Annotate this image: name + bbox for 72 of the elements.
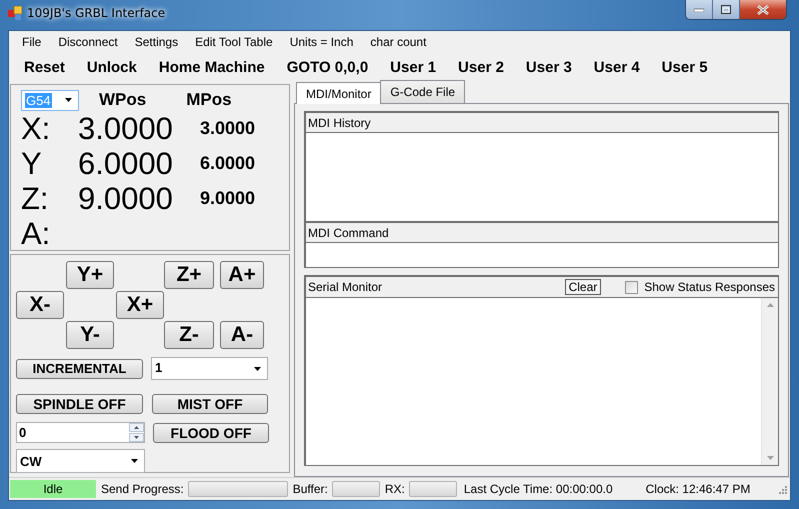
maximize-icon	[721, 5, 731, 14]
down-arrow-icon	[134, 436, 139, 439]
axis-label: Z:	[21, 180, 50, 216]
toolbar-button[interactable]: Reset	[15, 56, 74, 78]
spin-buttons[interactable]	[129, 423, 144, 442]
toolbar-button[interactable]: User 1	[381, 56, 446, 78]
menu-item[interactable]: Disconnect	[50, 33, 127, 51]
up-arrow-icon	[134, 426, 139, 429]
direction-dropdown[interactable]: CW	[16, 449, 145, 473]
column-header: MPos	[186, 90, 232, 110]
status-label: Buffer:	[292, 482, 328, 496]
spindle-button[interactable]: SPINDLE OFF	[16, 394, 143, 414]
menu-item[interactable]: Units = Inch	[282, 33, 362, 51]
caret-icon	[254, 367, 261, 371]
maximize-button[interactable]	[713, 0, 740, 19]
toolbar-button[interactable]: GOTO 0,0,0	[278, 56, 378, 78]
jog-button[interactable]: X-	[16, 291, 64, 319]
jog-button[interactable]: Z-	[164, 321, 214, 349]
minimize-button[interactable]	[686, 0, 713, 19]
checkbox[interactable]	[625, 280, 638, 294]
app-icon	[8, 6, 22, 20]
toolbar-button[interactable]: Home Machine	[150, 56, 274, 78]
toolbar-button[interactable]: User 2	[449, 56, 513, 78]
command-field[interactable]	[306, 243, 778, 267]
tab[interactable]: MDI/Monitor	[296, 82, 382, 104]
work-position: 3.0000	[78, 110, 174, 146]
down-arrow-icon	[766, 456, 774, 460]
machine-position: 9.0000	[200, 188, 256, 209]
checkbox-label: Show Status Responses	[644, 280, 775, 294]
up-arrow-icon	[766, 303, 774, 307]
toolbar-button[interactable]: User 3	[516, 56, 581, 78]
clear-button[interactable]: Clear	[564, 279, 602, 295]
status-label: RX:	[384, 482, 405, 496]
axis-label: A:	[21, 216, 52, 252]
toolbar-button[interactable]: User 5	[652, 56, 717, 78]
step-dropdown[interactable]: 1	[151, 357, 268, 380]
work-position: 6.0000	[78, 146, 174, 182]
toolbar-button[interactable]: Unlock	[78, 56, 146, 78]
axis-label: Y	[21, 146, 43, 182]
cycle-time: Last Cycle Time: 00:00:00.0	[464, 482, 613, 496]
jog-button[interactable]: Z+	[164, 261, 214, 289]
resize-grip-icon	[778, 484, 787, 494]
machine-position: 3.0000	[200, 118, 256, 139]
close-button[interactable]	[740, 0, 786, 19]
machine-position: 6.0000	[200, 153, 256, 174]
group-header: Serial Monitor	[308, 280, 382, 294]
menu-item[interactable]: char count	[362, 33, 436, 51]
menu-item[interactable]: Edit Tool Table	[187, 33, 282, 51]
toolbar-button[interactable]: User 4	[584, 56, 649, 78]
minimize-icon	[694, 8, 704, 12]
spindle-speed-field[interactable]: 0	[16, 422, 145, 443]
jog-button[interactable]: Y+	[66, 261, 114, 289]
jog-button[interactable]: Y-	[66, 321, 114, 349]
status-label: Send Progress:	[101, 482, 184, 496]
axis-label: X:	[21, 110, 52, 146]
jog-button[interactable]: A-	[220, 321, 264, 349]
close-icon	[757, 4, 769, 14]
clock: Clock: 12:46:47 PM	[646, 482, 750, 496]
window-title: 109JB's GRBL Interface	[27, 6, 166, 20]
flood-button[interactable]: FLOOD OFF	[153, 422, 269, 442]
tab[interactable]: G-Code File	[380, 80, 466, 103]
work-position: 9.0000	[78, 180, 174, 216]
menu-item[interactable]: Settings	[126, 33, 188, 51]
mist-button[interactable]: MIST OFF	[152, 394, 268, 414]
mode-button[interactable]: INCREMENTAL	[16, 358, 143, 378]
caret-icon	[131, 459, 138, 463]
jog-button[interactable]: X+	[116, 291, 164, 319]
caret-icon	[65, 98, 72, 102]
menu-item[interactable]: File	[14, 33, 50, 51]
jog-button[interactable]: A+	[220, 261, 264, 289]
column-header: WPos	[99, 90, 146, 110]
machine-state: Idle	[10, 480, 96, 498]
